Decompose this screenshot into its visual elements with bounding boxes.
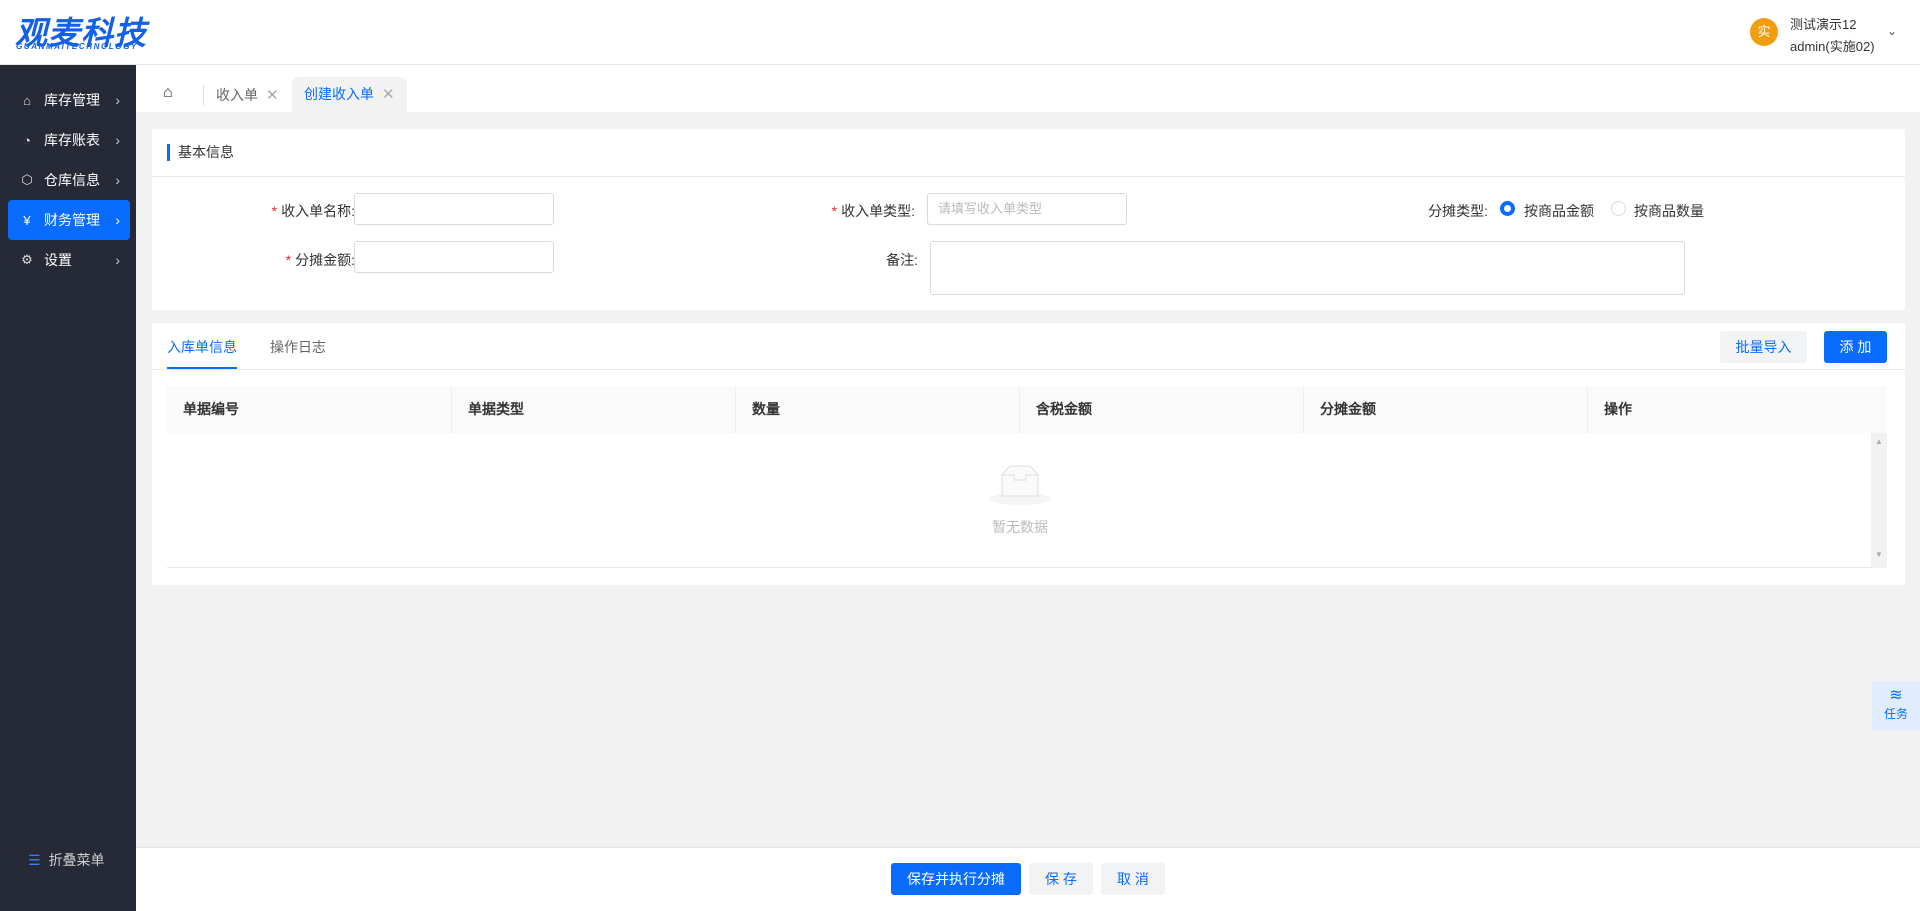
active-tab-indicator <box>167 367 237 369</box>
tab-inbound-info[interactable]: 入库单信息 <box>167 337 237 357</box>
remark-textarea[interactable] <box>930 241 1685 295</box>
cancel-button[interactable]: 取 消 <box>1101 863 1165 895</box>
column-header: 操作 <box>1604 401 1632 417</box>
chevron-right-icon: › <box>115 132 120 148</box>
gear-icon: ⚙ <box>21 252 33 267</box>
top-header: 观麦科技 GUANMAITECHNOLOGY 实 测试演示12 admin(实施… <box>0 0 1920 65</box>
alloc-amount-input[interactable] <box>354 241 554 273</box>
radio-by-quantity-label[interactable]: 按商品数量 <box>1634 201 1704 221</box>
alloc-type-label: 分摊类型: <box>1428 203 1488 219</box>
remark-label: 备注: <box>886 252 918 268</box>
radio-by-quantity[interactable] <box>1611 201 1626 216</box>
income-type-input[interactable]: 请填写收入单类型 <box>927 193 1127 225</box>
footer-bar <box>136 847 1920 911</box>
wallet-icon: ¥ <box>23 212 31 228</box>
logo-subtitle: GUANMAITECHNOLOGY <box>16 42 138 51</box>
home-icon[interactable]: ⌂ <box>163 84 173 102</box>
save-and-allocate-button[interactable]: 保存并执行分摊 <box>891 863 1021 895</box>
tab-operation-log[interactable]: 操作日志 <box>270 337 326 357</box>
sidebar-item-label: 财务管理 <box>44 212 100 228</box>
income-type-label: * 收入单类型: <box>831 203 915 219</box>
sidebar-item-warehouse[interactable]: ⬡ 仓库信息 › <box>8 160 130 200</box>
income-name-label: * 收入单名称: <box>271 203 355 219</box>
scroll-up-icon[interactable]: ▲ <box>1871 437 1887 446</box>
sidebar-item-settings[interactable]: ⚙ 设置 › <box>8 240 130 280</box>
section-title: 基本信息 <box>167 144 234 161</box>
detail-card <box>152 323 1905 585</box>
column-header: 数量 <box>736 386 1020 433</box>
chevron-down-icon[interactable]: ⌄ <box>1887 24 1897 38</box>
chevron-right-icon: › <box>115 252 120 268</box>
divider <box>152 176 1905 177</box>
collapse-icon: ☰ <box>28 852 41 868</box>
sidebar-item-label: 库存账表 <box>44 132 100 148</box>
sidebar-item-finance[interactable]: ¥ 财务管理 › <box>8 200 130 240</box>
column-header: 分摊金额 <box>1304 386 1588 433</box>
sidebar-item-inventory[interactable]: ⌂ 库存管理 › <box>8 80 130 120</box>
save-button[interactable]: 保 存 <box>1029 863 1093 895</box>
empty-inbox-icon <box>989 465 1051 505</box>
chevron-right-icon: › <box>115 212 120 228</box>
avatar[interactable]: 实 <box>1750 18 1778 46</box>
add-button[interactable]: 添 加 <box>1824 331 1887 363</box>
income-name-input[interactable] <box>354 193 554 225</box>
sidebar-item-label: 库存管理 <box>44 92 100 108</box>
tab-create-income[interactable]: 创建收入单 ✕ <box>292 77 407 112</box>
scroll-down-icon[interactable]: ▼ <box>1871 550 1887 559</box>
radio-by-amount[interactable] <box>1500 201 1515 216</box>
empty-text: 暂无数据 <box>992 519 1048 535</box>
user-name[interactable]: 测试演示12 <box>1790 14 1856 33</box>
close-icon[interactable]: ✕ <box>266 87 279 104</box>
sidebar-item-inventory-report[interactable]: ◔ 库存账表 › <box>8 120 130 160</box>
sidebar-item-label: 仓库信息 <box>44 172 100 188</box>
cube-icon: ⬡ <box>21 172 33 187</box>
radio-by-amount-label[interactable]: 按商品金额 <box>1524 201 1594 221</box>
sidebar-item-label: 设置 <box>44 252 72 268</box>
chevron-right-icon: › <box>115 92 120 108</box>
alloc-amount-label: * 分摊金额: <box>285 252 355 268</box>
divider <box>167 567 1871 568</box>
table-scrollbar[interactable]: ▲ ▼ <box>1871 433 1887 568</box>
column-header: 单据编号 <box>167 386 452 433</box>
column-header: 含税金额 <box>1020 386 1304 433</box>
task-button[interactable]: ≋ 任务 <box>1872 681 1920 731</box>
chevron-right-icon: › <box>115 172 120 188</box>
collapse-menu-button[interactable]: ☰ 折叠菜单 <box>28 850 105 870</box>
divider <box>152 369 1905 370</box>
sidebar: ⌂ 库存管理 › ◔ 库存账表 › ⬡ 仓库信息 › ¥ 财务管理 › ⚙ 设置 › <box>0 65 136 911</box>
collapse-label: 折叠菜单 <box>48 852 105 868</box>
user-account[interactable]: admin(实施02) <box>1790 36 1875 55</box>
column-header: 单据类型 <box>452 386 736 433</box>
batch-import-button[interactable]: 批量导入 <box>1720 331 1807 363</box>
layers-icon: ≋ <box>1889 687 1903 704</box>
home-building-icon: ⌂ <box>23 92 31 108</box>
task-label: 任务 <box>1883 707 1908 721</box>
pie-chart-icon: ◔ <box>23 132 31 148</box>
tab-label: 收入单 <box>216 87 258 103</box>
tab-label: 创建收入单 <box>304 86 374 102</box>
close-icon[interactable]: ✕ <box>382 86 395 103</box>
tab-income-list[interactable]: 收入单 ✕ <box>203 85 291 105</box>
